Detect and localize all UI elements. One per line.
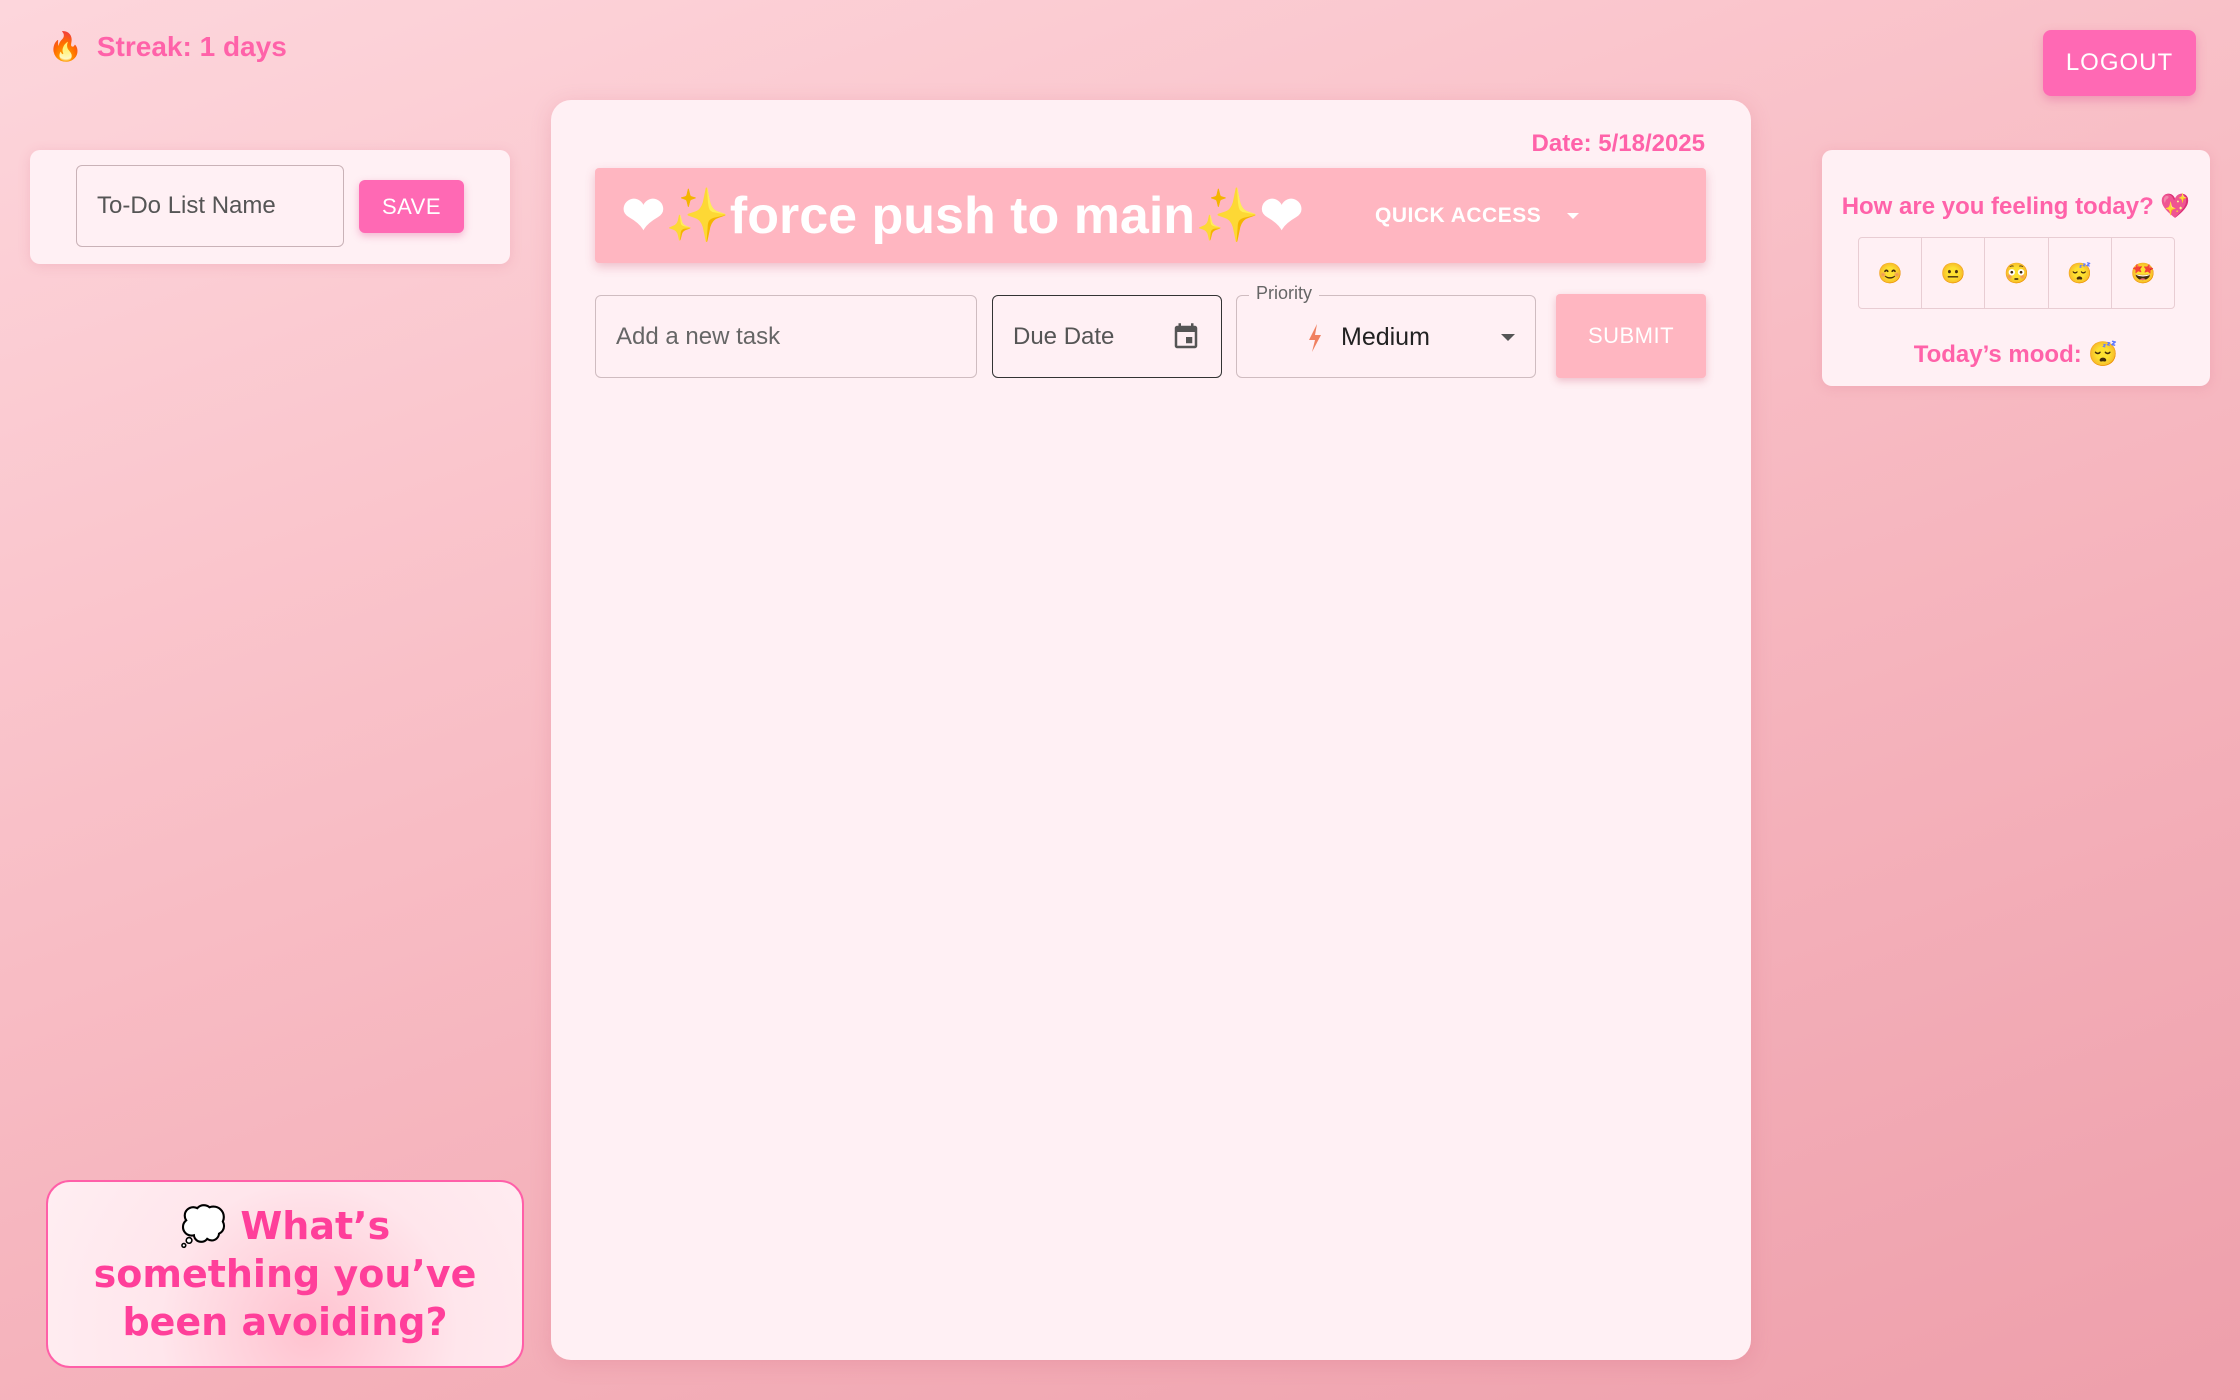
chevron-down-icon — [1567, 212, 1580, 219]
mood-options: 😊 😐 😳 😴 🤩 — [1858, 237, 2175, 309]
mood-option-flushed[interactable]: 😳 — [1985, 238, 2049, 308]
submit-button[interactable]: SUBMIT — [1556, 294, 1706, 378]
list-name-card: To-Do List Name SAVE — [30, 150, 510, 264]
streak-indicator: 🔥 Streak: 1 days — [48, 30, 287, 63]
lightning-icon — [1309, 323, 1321, 352]
save-button[interactable]: SAVE — [359, 180, 464, 233]
list-title: ❤✨force push to main✨❤ — [621, 187, 1304, 245]
current-date: Date: 5/18/2025 — [1531, 130, 1705, 157]
priority-select[interactable]: Priority Medium — [1236, 283, 1536, 379]
due-date-placeholder: Due Date — [1013, 322, 1115, 350]
title-bar: ❤✨force push to main✨❤ QUICK ACCESS — [595, 168, 1706, 263]
quick-access-label: QUICK ACCESS — [1375, 203, 1542, 227]
streak-text: Streak: 1 days — [96, 30, 287, 62]
mood-option-starstruck[interactable]: 🤩 — [2112, 238, 2174, 308]
main-todo-card: Date: 5/18/2025 ❤✨force push to main✨❤ Q… — [551, 100, 1751, 1360]
new-task-input[interactable]: Add a new task — [595, 295, 977, 378]
journal-prompt-text: 💭 What’s something you’ve been avoiding? — [93, 1204, 477, 1344]
logout-button[interactable]: LOGOUT — [2043, 30, 2196, 96]
priority-value: Medium — [1307, 296, 1430, 379]
mood-option-neutral[interactable]: 😐 — [1922, 238, 1986, 308]
mood-question: How are you feeling today? 💖 — [1841, 193, 2191, 220]
calendar-icon[interactable] — [1171, 322, 1201, 352]
flame-icon: 🔥 — [48, 31, 83, 62]
today-mood: Today’s mood: 😴 — [1913, 341, 2119, 368]
journal-prompt-card: 💭 What’s something you’ve been avoiding? — [46, 1180, 524, 1368]
mood-option-happy[interactable]: 😊 — [1859, 238, 1923, 308]
quick-access-menu[interactable]: QUICK ACCESS — [1375, 168, 1580, 263]
priority-value-text: Medium — [1341, 323, 1430, 351]
mood-option-sleepy[interactable]: 😴 — [2049, 238, 2112, 308]
list-name-input[interactable]: To-Do List Name — [76, 165, 344, 247]
due-date-field[interactable]: Due Date — [992, 295, 1222, 378]
mood-tracker-card: How are you feeling today? 💖 😊 😐 😳 😴 🤩 T… — [1822, 150, 2210, 386]
dropdown-arrow-icon — [1501, 334, 1515, 341]
